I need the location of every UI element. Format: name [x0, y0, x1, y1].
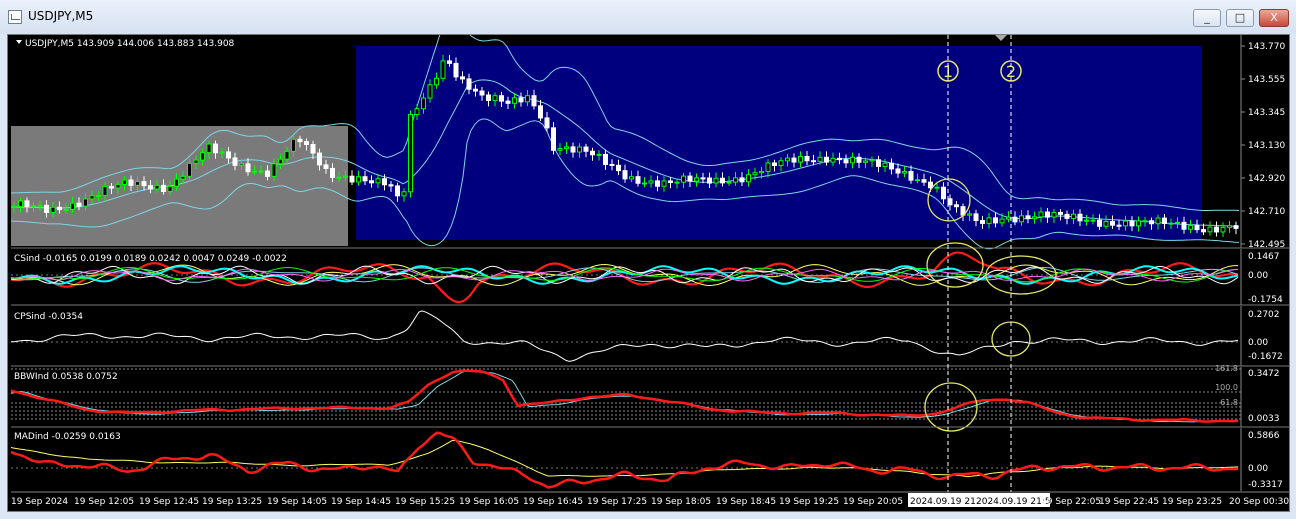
time-label: 19 Sep 15:25: [395, 497, 455, 507]
session-highlight-gray: [11, 126, 348, 246]
time-label: 19 Sep 17:25: [587, 497, 647, 507]
collapse-arrow-icon[interactable]: [16, 40, 22, 44]
time-label: 19 Sep 2024: [11, 497, 68, 507]
bbwind-header: BBWInd 0.0538 0.0752: [14, 372, 118, 382]
time-label: 19 Sep 22:05: [1041, 497, 1101, 507]
shift-marker-icon[interactable]: [995, 35, 1007, 41]
cpsind-axis-top: 0.2702: [1248, 310, 1280, 320]
maximize-button[interactable]: □: [1226, 9, 1254, 27]
madind-header: MADind -0.0259 0.0163: [14, 432, 121, 442]
cpsind-line: [11, 310, 1239, 362]
terminal-window: USDJPY,M5 _ □ X 1 2 USDJPY,M5 143.909 14…: [0, 0, 1296, 519]
madind-axis-bottom: -0.3317: [1248, 480, 1283, 490]
cpsind-axis-zero: 0.00: [1248, 338, 1268, 348]
cpsind-pane[interactable]: CPSind -0.0354 0.2702 0.00 -0.1672: [11, 306, 1290, 367]
chart-window-icon: [8, 10, 22, 24]
time-label: 19 Sep 14:05: [267, 497, 327, 507]
bbwind-signal-line: [10, 370, 1239, 423]
price-tick: 142.495: [1248, 240, 1285, 250]
price-axis-labels: 143.770 143.555 143.345 143.130 142.920 …: [1241, 42, 1285, 250]
candle: [1207, 221, 1213, 236]
price-tick: 142.710: [1248, 207, 1285, 217]
madind-axis-top: 0.5866: [1248, 431, 1280, 441]
time-label: 19 Sep 14:45: [331, 497, 391, 507]
session-highlight-blue: [356, 46, 1202, 240]
csind-axis-zero: 0.00: [1248, 271, 1268, 281]
window-title: USDJPY,M5: [28, 9, 94, 23]
time-label: 19 Sep 18:45: [716, 497, 776, 507]
time-label: 19 Sep 22:45: [1099, 497, 1159, 507]
price-tick: 143.555: [1248, 75, 1285, 85]
title-bar[interactable]: USDJPY,M5 _ □ X: [0, 0, 1296, 34]
time-label: 19 Sep 23:25: [1162, 497, 1222, 507]
bbwind-axis-top: 0.3472: [1248, 369, 1280, 379]
bbwind-level-label: 61.8: [1220, 398, 1238, 407]
madind-pane[interactable]: MADind -0.0259 0.0163 0.5866 0.00 -0.331…: [10, 428, 1283, 491]
time-axis: 19 Sep 2024 19 Sep 12:05 19 Sep 12:45 19 Se…: [11, 491, 1289, 507]
madind-main-line: [10, 431, 1239, 489]
time-label: 20 Sep 00:30: [1229, 497, 1289, 507]
csind-pane[interactable]: CSind -0.0165 0.0199 0.0189 0.0242 0.004…: [10, 242, 1290, 306]
time-label: 19 Sep 16:45: [523, 497, 583, 507]
cpsind-axis-bottom: -0.1672: [1248, 352, 1283, 362]
price-tick: 143.345: [1248, 108, 1285, 118]
time-label: 19 Sep 20:05: [843, 497, 903, 507]
candle: [1227, 221, 1232, 233]
time-label: 19 Sep 18:05: [651, 497, 711, 507]
candle: [1220, 222, 1226, 238]
price-tick: 143.130: [1248, 141, 1285, 151]
candle: [1214, 221, 1219, 237]
csind-axis-top: 0.1467: [1248, 252, 1280, 262]
price-tick: 143.770: [1248, 42, 1285, 52]
time-label: 19 Sep 16:05: [459, 497, 519, 507]
bbwind-pane[interactable]: BBWInd 0.0538 0.0752 0.3472 0.0033 161.8…: [10, 364, 1290, 432]
time-label: 19 Sep 12:45: [139, 497, 199, 507]
bbwind-axis-bottom: 0.0033: [1248, 414, 1280, 424]
candle: [408, 110, 413, 198]
time-label: 19 Sep 12:05: [74, 497, 134, 507]
candle: [349, 170, 355, 185]
close-button[interactable]: X: [1259, 9, 1289, 27]
candle: [1233, 221, 1239, 235]
chart-area[interactable]: 1 2 USDJPY,M5 143.909 144.006 143.883 14…: [7, 34, 1290, 512]
bbwind-level-label: 161.8: [1215, 364, 1238, 373]
price-tick: 142.920: [1248, 174, 1285, 184]
csind-header: CSind -0.0165 0.0199 0.0189 0.0242 0.004…: [14, 254, 287, 264]
minimize-button[interactable]: _: [1193, 9, 1221, 27]
cpsind-header: CPSind -0.0354: [14, 312, 83, 322]
symbol-header: USDJPY,M5 143.909 144.006 143.883 143.90…: [25, 39, 235, 49]
bbwind-level-label: 100.0: [1215, 383, 1238, 392]
main-price-pane[interactable]: 1 2 USDJPY,M5 143.909 144.006 143.883 14…: [10, 35, 1290, 250]
time-label: 19 Sep 19:25: [779, 497, 839, 507]
highlight-circle-csind-1: [926, 242, 984, 288]
time-label: 19 Sep 13:25: [202, 497, 262, 507]
madind-axis-zero: 0.00: [1248, 464, 1268, 474]
time-label: 2024.09.19 21: [910, 497, 976, 507]
csind-axis-bottom: -0.1754: [1248, 295, 1283, 305]
